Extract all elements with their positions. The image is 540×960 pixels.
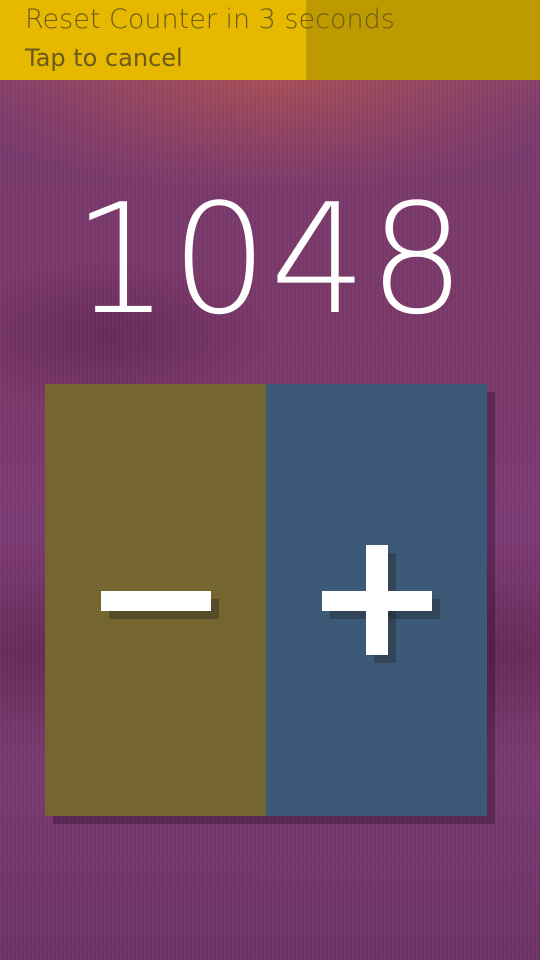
plus-icon-horizontal-top (322, 591, 432, 611)
counter-controls (45, 384, 487, 816)
increment-button[interactable] (266, 384, 487, 816)
banner-cancel-hint: Tap to cancel (25, 44, 183, 72)
counter-value: 1048 (72, 171, 468, 348)
minus-icon (101, 591, 211, 611)
reset-countdown-banner[interactable]: Reset Counter in 3 seconds Tap to cancel (0, 0, 540, 80)
banner-title: Reset Counter in 3 seconds (25, 4, 395, 35)
decrement-button[interactable] (45, 384, 266, 816)
